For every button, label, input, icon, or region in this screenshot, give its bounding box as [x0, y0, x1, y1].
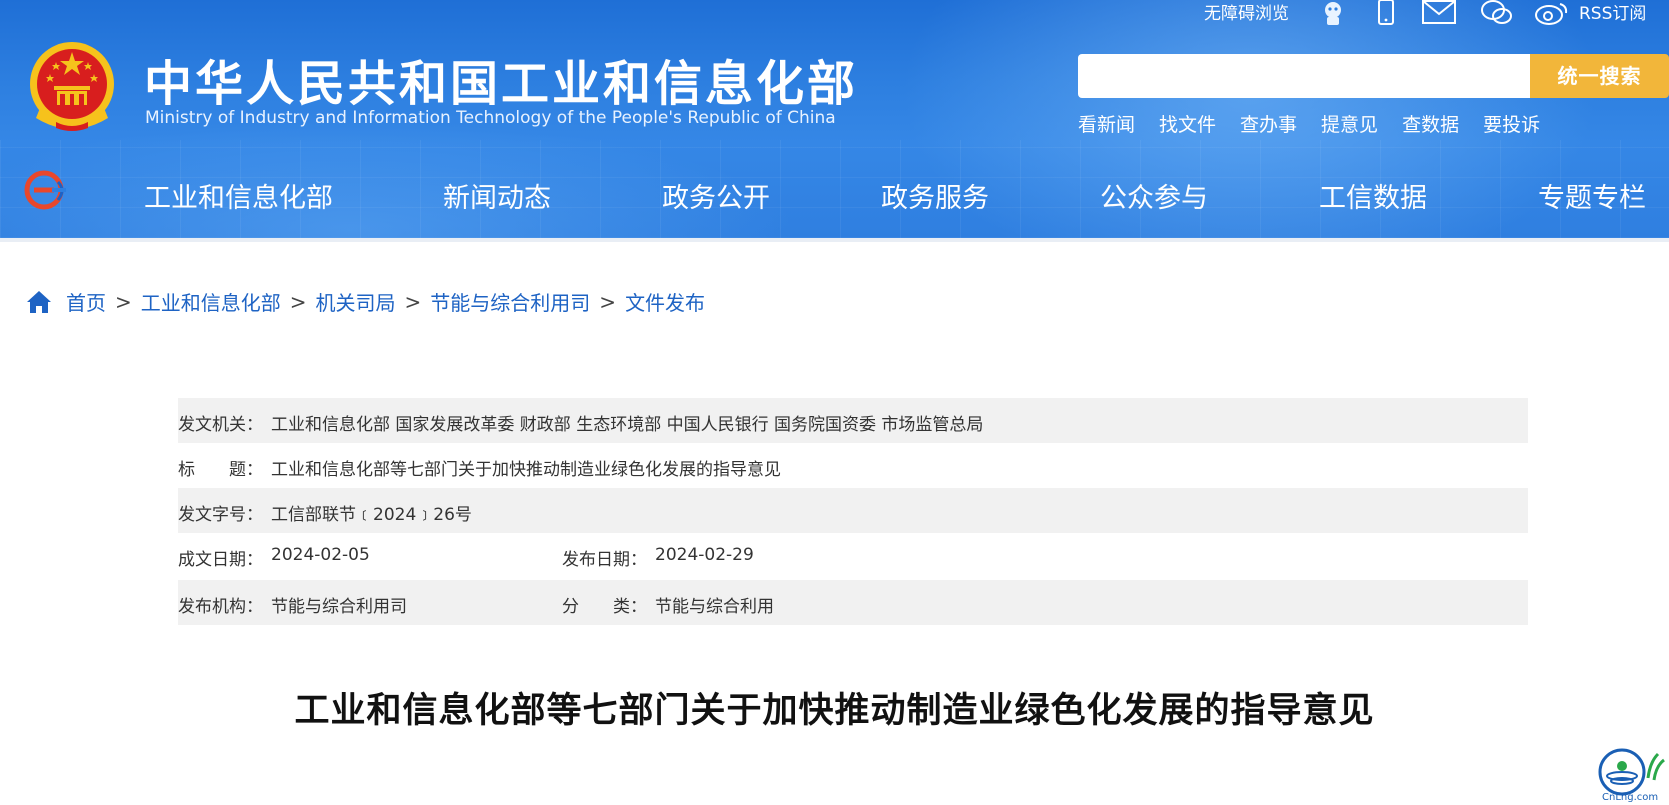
info-row-issuer: 发文机关： 工业和信息化部 国家发展改革委 财政部 生态环境部 中国人民银行 国… — [178, 398, 1528, 443]
breadcrumb-separator: > — [115, 289, 132, 314]
main-nav: 工业和信息化部 新闻动态 政务公开 政务服务 公众参与 工信数据 专题专栏 — [0, 168, 1669, 220]
site-subtitle: Ministry of Industry and Information Tec… — [145, 108, 836, 128]
quicklink-feedback[interactable]: 提意见 — [1321, 110, 1378, 137]
breadcrumb-separator: > — [289, 289, 307, 314]
info-row-title: 标 题： 工业和信息化部等七部门关于加快推动制造业绿色化发展的指导意见 — [178, 443, 1528, 488]
issuer-value: 工业和信息化部 国家发展改革委 财政部 生态环境部 中国人民银行 国务院国资委 … — [271, 415, 984, 435]
nav-data[interactable]: 工信数据 — [1319, 176, 1427, 215]
quicklink-complaint[interactable]: 要投诉 — [1483, 110, 1540, 137]
breadcrumb-departments[interactable]: 机关司局 — [316, 287, 396, 316]
watermark-logo-icon: CnLng.com — [1598, 748, 1665, 802]
info-row-docno: 发文字号： 工信部联节﹝2024﹞26号 — [178, 488, 1528, 533]
breadcrumb-miit[interactable]: 工业和信息化部 — [141, 287, 281, 316]
header-divider — [0, 238, 1669, 242]
title-value: 工业和信息化部等七部门关于加快推动制造业绿色化发展的指导意见 — [271, 460, 781, 480]
accessibility-link[interactable]: 无障碍浏览 — [1204, 0, 1289, 24]
rss-link[interactable]: RSS订阅 — [1579, 0, 1646, 24]
docno-label: 发文字号： — [178, 505, 263, 525]
site-title: 中华人民共和国工业和信息化部 — [144, 56, 859, 112]
nav-news[interactable]: 新闻动态 — [443, 176, 551, 215]
nav-public[interactable]: 公众参与 — [1100, 176, 1208, 215]
nav-gov-services[interactable]: 政务服务 — [881, 176, 989, 215]
breadcrumb-home[interactable]: 首页 — [66, 287, 106, 316]
org-value: 节能与综合利用司 — [271, 597, 407, 617]
utility-bar: 无障碍浏览 RSS订阅 — [1204, 0, 1669, 26]
mobile-icon[interactable] — [1374, 0, 1398, 26]
breadcrumb-separator: > — [599, 289, 617, 314]
breadcrumb-file-release[interactable]: 文件发布 — [625, 287, 705, 316]
info-row-org: 发布机构： 节能与综合利用司 分 类： 节能与综合利用 — [178, 580, 1528, 625]
published-label: 发布日期： — [562, 550, 647, 570]
quick-links: 看新闻 找文件 查办事 提意见 查数据 要投诉 — [1078, 110, 1564, 137]
breadcrumb: 首页 > 工业和信息化部 > 机关司局 > 节能与综合利用司 > 文件发布 — [26, 287, 705, 316]
created-label: 成文日期： — [178, 550, 263, 570]
issuer-label: 发文机关： — [178, 415, 263, 435]
quicklink-news[interactable]: 看新闻 — [1078, 110, 1135, 137]
robot-icon[interactable] — [1318, 0, 1348, 26]
mail-icon[interactable] — [1422, 0, 1456, 26]
category-value: 节能与综合利用 — [655, 597, 774, 617]
site-header: 中华人民共和国工业和信息化部 Ministry of Industry and … — [0, 0, 1669, 238]
info-row-dates: 成文日期： 2024-02-05 发布日期： 2024-02-29 — [178, 533, 1528, 580]
nav-miit[interactable]: 工业和信息化部 — [144, 176, 333, 215]
home-icon[interactable] — [26, 290, 52, 314]
national-emblem-icon[interactable] — [26, 38, 118, 136]
nav-special[interactable]: 专题专栏 — [1538, 176, 1646, 215]
docno-value: 工信部联节﹝2024﹞26号 — [271, 505, 472, 525]
category-label: 分 类： — [562, 597, 647, 617]
quicklink-data[interactable]: 查数据 — [1402, 110, 1459, 137]
breadcrumb-separator: > — [404, 289, 422, 314]
quicklink-services[interactable]: 查办事 — [1240, 110, 1297, 137]
watermark-text: CnLng.com — [1602, 792, 1658, 802]
quicklink-files[interactable]: 找文件 — [1159, 110, 1216, 137]
wechat-icon[interactable] — [1480, 0, 1514, 26]
document-info-table: 发文机关： 工业和信息化部 国家发展改革委 财政部 生态环境部 中国人民银行 国… — [178, 398, 1528, 625]
org-label: 发布机构： — [178, 597, 263, 617]
search-button[interactable]: 统一搜索 — [1530, 54, 1669, 98]
search-input[interactable] — [1078, 54, 1530, 98]
created-value: 2024-02-05 — [271, 545, 370, 565]
published-value: 2024-02-29 — [655, 545, 754, 565]
document-title: 工业和信息化部等七部门关于加快推动制造业绿色化发展的指导意见 — [294, 691, 1375, 731]
nav-gov-affairs[interactable]: 政务公开 — [662, 176, 770, 215]
breadcrumb-energy-dept[interactable]: 节能与综合利用司 — [430, 287, 590, 316]
title-label: 标 题： — [178, 460, 263, 480]
weibo-icon[interactable] — [1534, 0, 1570, 26]
